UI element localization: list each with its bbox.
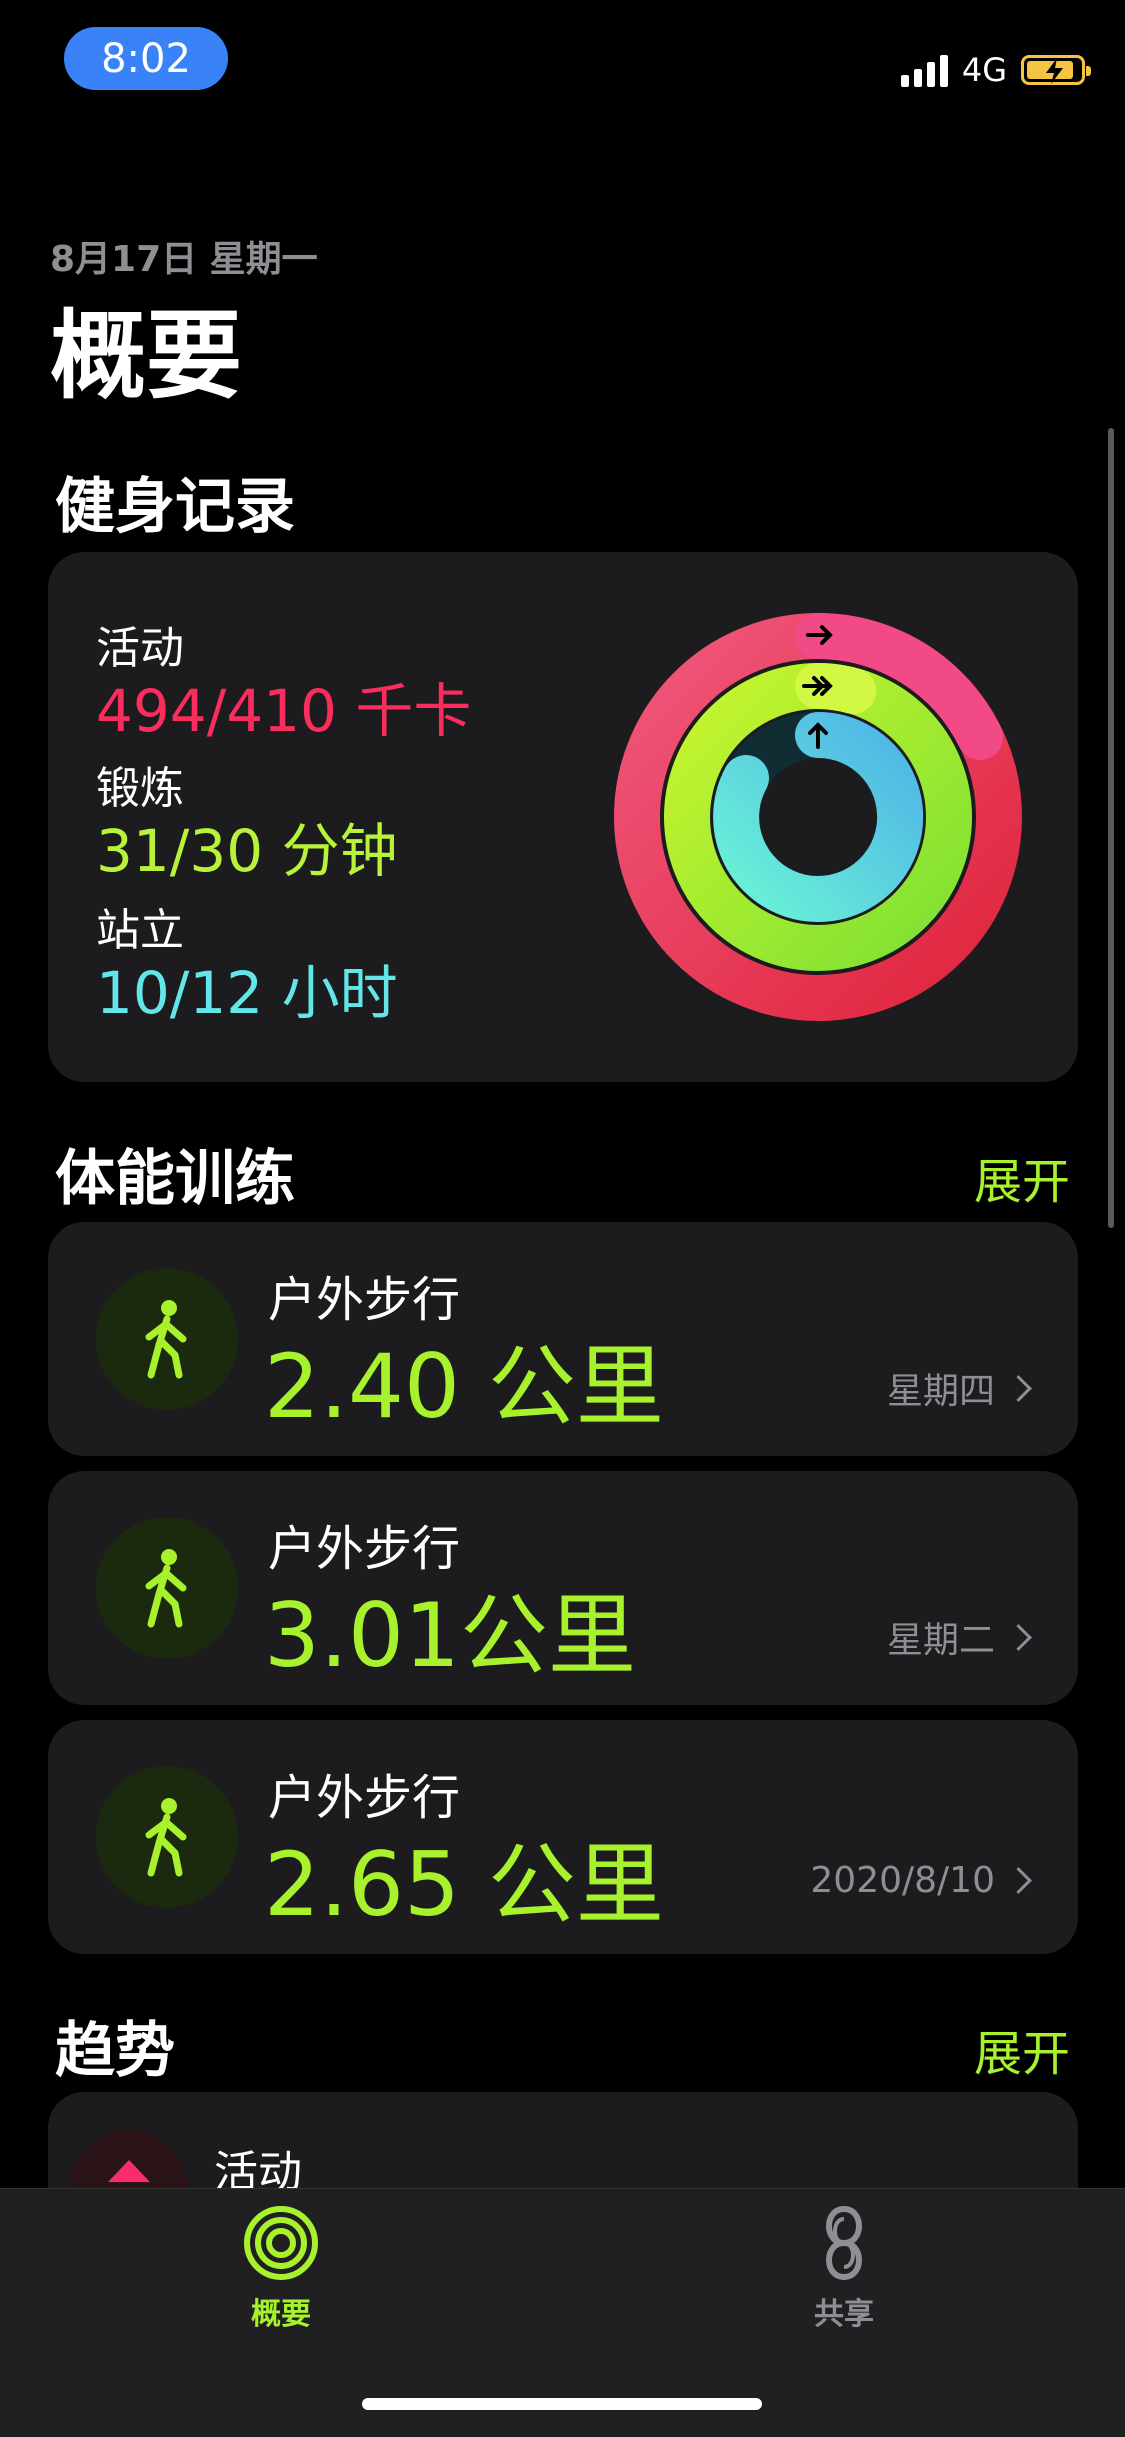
tab-sharing-label: 共享	[814, 2297, 874, 2332]
activity-rings-icon	[244, 2206, 318, 2280]
workout-row[interactable]: 户外步行 3.01公里 星期二	[48, 1471, 1078, 1705]
battery-charging-icon	[1021, 55, 1091, 85]
scrollbar[interactable]	[1108, 428, 1114, 1228]
status-time: 8:02	[64, 27, 228, 90]
workout-row[interactable]: 户外步行 2.40 公里 星期四	[48, 1222, 1078, 1456]
workout-distance: 2.65 公里	[264, 1833, 664, 1936]
move-value: 494/410 千卡	[96, 677, 472, 745]
exercise-value: 31/30 分钟	[96, 817, 398, 885]
workout-date: 2020/8/10	[810, 1860, 1032, 1901]
network-type: 4G	[961, 51, 1007, 89]
chevron-right-icon	[1005, 1867, 1032, 1894]
sharing-icon	[826, 2205, 862, 2281]
workout-date: 星期二	[886, 1611, 1032, 1663]
home-indicator[interactable]	[362, 2398, 762, 2410]
workout-row[interactable]: 户外步行 2.65 公里 2020/8/10	[48, 1720, 1078, 1954]
workout-distance: 3.01公里	[264, 1584, 636, 1687]
walking-icon	[96, 1268, 238, 1410]
chevron-right-icon	[1005, 1623, 1032, 1651]
cellular-signal-icon	[900, 53, 948, 87]
activity-rings-card[interactable]: 活动 494/410 千卡 锻炼 31/30 分钟 站立 10/12 小时	[48, 552, 1078, 1082]
status-indicators: 4G	[900, 50, 1091, 90]
trends-expand-button[interactable]: 展开	[974, 2014, 1070, 2084]
walking-icon	[96, 1766, 238, 1908]
fitness-record-heading: 健身记录	[55, 472, 295, 542]
tab-summary-label: 概要	[251, 2297, 311, 2332]
workouts-heading: 体能训练	[55, 1144, 295, 1214]
workout-date: 星期四	[886, 1362, 1032, 1414]
tab-sharing[interactable]: 共享	[783, 2203, 905, 2333]
stand-value: 10/12 小时	[96, 959, 398, 1027]
workout-distance: 2.40 公里	[264, 1335, 664, 1438]
workouts-expand-button[interactable]: 展开	[974, 1142, 1070, 1212]
header-date: 8月17日 星期一	[50, 239, 318, 280]
workout-date-text: 2020/8/10	[810, 1860, 995, 1901]
page-title: 概要	[50, 300, 242, 412]
activity-rings-icon	[614, 613, 1022, 1021]
walking-icon	[96, 1517, 238, 1659]
tab-summary[interactable]: 概要	[220, 2203, 342, 2333]
workout-date-text: 星期二	[886, 1620, 995, 1661]
trends-heading: 趋势	[55, 2016, 175, 2086]
chevron-right-icon	[1005, 1374, 1032, 1402]
workout-date-text: 星期四	[886, 1371, 995, 1412]
